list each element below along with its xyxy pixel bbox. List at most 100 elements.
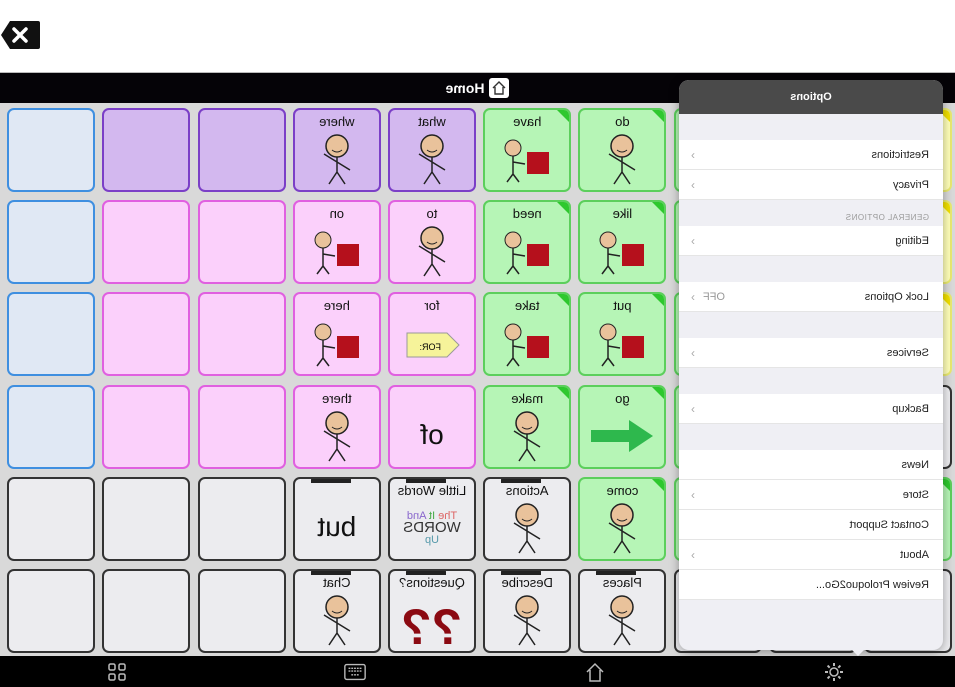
grid-button-but[interactable]: but [292,476,381,561]
home-icon[interactable] [583,660,607,684]
person-taking-box-icon [493,316,561,370]
hidden-grid-button[interactable] [102,292,191,377]
option-lock-options[interactable]: Lock Options OFF › [679,282,943,312]
option-contact-support[interactable]: Contact Support [679,510,943,540]
hidden-grid-button[interactable] [197,569,286,653]
grid-button-like[interactable]: like [578,200,667,285]
grid-button-what[interactable]: what [388,108,476,192]
list-spacer [679,368,943,394]
hidden-grid-button[interactable] [7,200,96,285]
list-spacer [679,256,943,282]
option-services[interactable]: Services › [679,338,943,368]
chevron-right-icon: › [691,345,695,360]
grid-button-here[interactable]: here [292,292,381,377]
grid-button-do[interactable]: do [578,108,667,192]
grid-button-actions[interactable]: Actions [483,476,572,561]
grid-button-there[interactable]: there [292,384,381,469]
hidden-grid-button[interactable] [102,384,191,469]
hidden-grid-button[interactable] [102,569,191,653]
person-hugging-box-icon [588,224,656,278]
option-restrictions[interactable]: Restrictions › [679,140,943,170]
cell-word: of [420,418,444,450]
hidden-grid-button[interactable] [102,200,191,285]
chevron-right-icon: › [691,487,695,502]
option-store[interactable]: Store › [679,480,943,510]
option-label: Services [886,346,929,359]
hidden-grid-button[interactable] [7,292,96,377]
green-arrow-icon [588,409,656,463]
grid-button-to[interactable]: to [388,200,476,285]
option-label: Restrictions [871,148,929,161]
grid-button-go[interactable]: go [578,384,667,469]
hidden-grid-button[interactable] [7,476,96,561]
person-hammering-icon [493,409,561,463]
chevron-right-icon: › [691,147,695,162]
gift-tag-icon: FOR: [398,316,466,370]
hidden-grid-button[interactable] [197,292,286,377]
option-backup[interactable]: Backup › [679,394,943,424]
grid-button-on[interactable]: on [292,200,381,285]
option-label: Backup [892,402,929,415]
option-label: Contact Support [849,518,930,531]
grid-button-chat[interactable]: Chat [292,569,381,653]
option-label: Privacy [892,178,929,191]
pointing-at-mat-icon [303,316,371,370]
list-spacer [679,312,943,338]
two-faces-talking-icon [303,593,371,647]
svg-text:??: ?? [401,599,462,648]
hidden-grid-button[interactable] [7,569,96,653]
gear-icon[interactable] [822,660,846,684]
chevron-right-icon: › [691,401,695,416]
folder-tab [310,476,351,483]
cell-label: like [612,206,633,222]
grid-button-make[interactable]: make [483,384,572,469]
cell-label: on [329,206,345,222]
grid-button-take[interactable]: take [483,292,572,377]
option-label: Lock Options [864,290,929,303]
option-editing[interactable]: Editing › [679,226,943,256]
close-button[interactable] [0,18,40,52]
grid-button-of[interactable]: of [388,384,476,469]
person-shrugging-question-icon [398,132,466,186]
cell-label: need [512,206,542,222]
keyboard-icon[interactable] [343,660,367,684]
grid-button-questions-[interactable]: Questions??? [388,569,476,653]
grid-button-where[interactable]: where [292,108,381,192]
box-on-surface-icon [303,224,371,278]
hidden-grid-button[interactable] [197,200,286,285]
person-holding-box-icon [493,132,561,186]
grid-button-places[interactable]: Places [578,569,667,653]
person-reaching-icon [588,132,656,186]
hidden-grid-button[interactable] [7,108,96,192]
grid-button-have[interactable]: have [483,108,572,192]
grid-button-put[interactable]: put [578,292,667,377]
grid-button-describe[interactable]: Describe [483,569,572,653]
option-privacy[interactable]: Privacy › [679,170,943,200]
hidden-grid-button[interactable] [102,476,191,561]
option-review-proloquo2go[interactable]: Review Proloquo2Go... [679,570,943,600]
option-news[interactable]: News [679,450,943,480]
person-thinking-question-icon [303,132,371,186]
hidden-grid-button[interactable] [7,384,96,469]
cell-label: Actions [505,482,549,498]
hands-grabbing-box-icon [493,224,561,278]
person-pointing-signpost-icon [303,409,371,463]
hidden-grid-button[interactable] [102,108,191,192]
chevron-right-icon: › [691,233,695,248]
grid-button-come[interactable]: come [578,476,667,561]
grid-icon[interactable] [105,660,129,684]
cell-label: put [613,298,632,314]
hidden-grid-button[interactable] [197,476,286,561]
hidden-grid-button[interactable] [197,384,286,469]
grid-button-need[interactable]: need [483,200,572,285]
cell-label: Little Words [397,482,467,498]
option-label: Store [902,488,929,501]
cell-label: take [514,298,540,314]
grid-button-little-words[interactable]: Little Words The It And WORDS Up [388,476,476,561]
cell-label: have [513,114,542,129]
grid-button-for[interactable]: for FOR: [388,292,476,377]
cell-label: Questions? [399,575,465,590]
options-list: Restrictions › Privacy › GENERAL OPTIONS Edit… [679,114,943,600]
hidden-grid-button[interactable] [197,108,286,192]
option-about[interactable]: About › [679,540,943,570]
